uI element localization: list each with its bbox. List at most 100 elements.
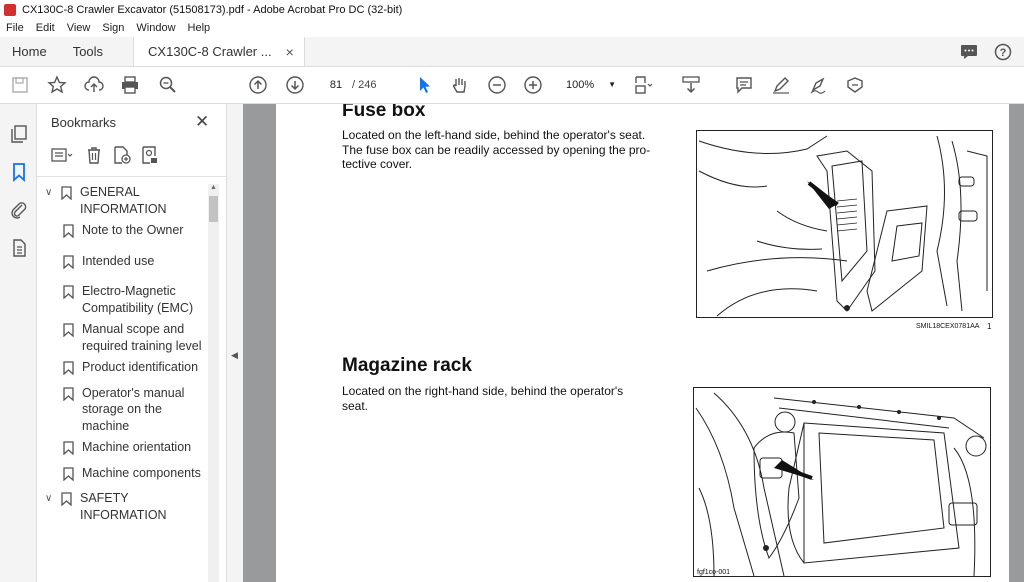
bookmark-star-icon[interactable] — [47, 75, 67, 95]
print-icon[interactable] — [120, 75, 140, 95]
delete-bookmark-icon[interactable] — [85, 146, 103, 164]
bookmarks-scrollbar[interactable]: ▲ — [208, 184, 219, 582]
bookmark-label: Intended use — [82, 253, 155, 268]
previous-page-icon[interactable] — [248, 75, 268, 95]
window-titlebar: CX130C-8 Crawler Excavator (51508173).pd… — [0, 0, 1024, 19]
bookmark-item[interactable]: ∨ GENERAL INFORMATION — [37, 184, 209, 217]
bookmark-item[interactable]: Manual scope and required training level — [37, 321, 209, 354]
bookmark-item[interactable]: Electro-Magnetic Compatibility (EMC) — [37, 283, 209, 316]
bookmark-label: GENERAL INFORMATION — [80, 185, 167, 216]
bookmark-item[interactable]: ∨ SAFETY INFORMATION — [37, 490, 209, 523]
stamp-sign-icon[interactable] — [845, 75, 865, 95]
pdf-page: Fuse box Located on the left-hand side, … — [276, 104, 1009, 582]
bookmark-item[interactable]: Operator's manual storage on the machine — [37, 385, 209, 435]
page-display-icon[interactable] — [633, 75, 653, 95]
menu-file[interactable]: File — [6, 22, 24, 34]
bookmark-label: Operator's manual storage on the machine — [82, 385, 185, 433]
document-viewer[interactable]: Fuse box Located on the left-hand side, … — [243, 104, 1024, 582]
select-cursor-icon[interactable] — [414, 75, 434, 95]
section-heading-magazine-rack: Magazine rack — [342, 355, 472, 376]
bookmark-flag-icon — [63, 321, 75, 342]
magazine-rack-illustration — [695, 392, 987, 577]
menu-window[interactable]: Window — [136, 22, 175, 34]
bookmark-label: SAFETY INFORMATION — [80, 491, 167, 522]
chevron-down-icon[interactable]: ∨ — [45, 184, 57, 202]
bookmark-flag-icon — [61, 490, 73, 511]
zoom-level-value: 100% — [566, 79, 595, 91]
bookmark-search-icon[interactable] — [141, 146, 159, 164]
scroll-up-icon[interactable]: ▲ — [210, 184, 217, 191]
bookmark-tools — [49, 146, 159, 164]
tab-bar: Home Tools CX130C-8 Crawler ... × ? — [0, 37, 1024, 67]
chevron-down-icon[interactable]: ∨ — [45, 490, 57, 508]
zoom-in-icon[interactable] — [523, 75, 543, 95]
scroll-mode-icon[interactable] — [681, 75, 701, 95]
acrobat-icon — [4, 3, 16, 16]
menu-view[interactable]: View — [67, 22, 91, 34]
bookmark-list: ∨ GENERAL INFORMATION Note to the Owner … — [37, 184, 209, 523]
bookmark-options-icon[interactable] — [49, 146, 75, 164]
menu-help[interactable]: Help — [188, 22, 211, 34]
figure-fuse-box — [696, 130, 993, 318]
bookmark-flag-icon — [63, 439, 75, 460]
draw-pen-icon[interactable] — [808, 75, 828, 95]
bookmark-label: Manual scope and required training level — [82, 322, 202, 353]
panel-collapse-strip[interactable]: ◀ — [227, 104, 243, 582]
bookmark-flag-icon — [63, 253, 75, 274]
menu-bar: File Edit View Sign Window Help — [0, 19, 1024, 37]
new-bookmark-icon[interactable] — [113, 146, 131, 164]
bookmark-label: Machine orientation — [82, 440, 192, 454]
zoom-out-icon[interactable] — [487, 75, 507, 95]
chevron-down-icon: ▼ — [608, 80, 616, 89]
panel-divider — [37, 176, 226, 177]
text-line: Located on the left-hand side, behind th… — [342, 128, 646, 142]
tab-tools[interactable]: Tools — [59, 37, 115, 66]
bookmark-flag-icon — [63, 222, 75, 243]
tab-home[interactable]: Home — [0, 37, 59, 66]
window-title: CX130C-8 Crawler Excavator (51508173).pd… — [22, 3, 403, 16]
page-number-input[interactable]: 81 — [322, 76, 350, 94]
bookmarks-panel: Bookmarks ✕ ∨ GENERAL INFORMATION Note t… — [37, 104, 227, 582]
tab-document[interactable]: CX130C-8 Crawler ... × — [133, 37, 305, 66]
bookmarks-panel-icon[interactable] — [9, 162, 29, 183]
bookmark-item[interactable]: Product identification — [37, 359, 209, 380]
collapse-left-icon[interactable]: ◀ — [231, 350, 238, 361]
save-icon[interactable] — [10, 75, 30, 95]
bookmark-item[interactable]: Machine orientation — [37, 439, 209, 460]
bookmark-label: Machine components — [82, 465, 201, 480]
figure-magazine-rack — [693, 387, 991, 577]
bookmark-flag-icon — [61, 184, 73, 205]
panel-title: Bookmarks — [51, 115, 117, 130]
figure-code-magazine-rack: fgf1co-001 — [697, 569, 731, 576]
next-page-icon[interactable] — [285, 75, 305, 95]
svg-text:?: ? — [1000, 47, 1007, 59]
navigation-rail — [0, 104, 37, 582]
figure-number: 1 — [987, 322, 992, 331]
hand-tool-icon[interactable] — [450, 75, 470, 95]
help-icon[interactable]: ? — [994, 43, 1012, 61]
close-tab-icon[interactable]: × — [286, 44, 294, 60]
bookmark-label: Electro-Magnetic Compatibility (EMC) — [82, 284, 194, 315]
scrollbar-thumb[interactable] — [209, 196, 218, 222]
page-thumbnails-icon[interactable] — [9, 124, 29, 144]
menu-edit[interactable]: Edit — [36, 22, 55, 34]
content-layers-icon[interactable] — [9, 238, 29, 258]
upload-cloud-icon[interactable] — [84, 75, 104, 95]
main-toolbar: 81 / 246 100% ▼ — [0, 67, 1024, 104]
highlight-pen-icon[interactable] — [771, 75, 791, 95]
bookmark-item[interactable]: Note to the Owner — [37, 222, 209, 243]
comment-icon[interactable] — [734, 75, 754, 95]
close-panel-icon[interactable]: ✕ — [195, 112, 209, 132]
comment-bubble-icon[interactable] — [960, 44, 978, 60]
text-line: seat. — [342, 398, 369, 413]
menu-sign[interactable]: Sign — [102, 22, 124, 34]
attachments-icon[interactable] — [9, 200, 29, 220]
bookmark-item[interactable]: Machine components — [37, 465, 209, 486]
bookmark-item[interactable]: Intended use — [37, 253, 209, 274]
zoom-search-icon[interactable] — [158, 75, 178, 95]
figure-code-fuse-box: SMIL18CEX0781AA — [916, 323, 980, 330]
bookmark-label: Note to the Owner — [82, 223, 184, 237]
section-text-fuse-box: Located on the left-hand side, behind th… — [342, 128, 660, 172]
section-heading-fuse-box: Fuse box — [342, 104, 426, 121]
zoom-level-select[interactable]: 100% ▼ — [560, 76, 618, 94]
